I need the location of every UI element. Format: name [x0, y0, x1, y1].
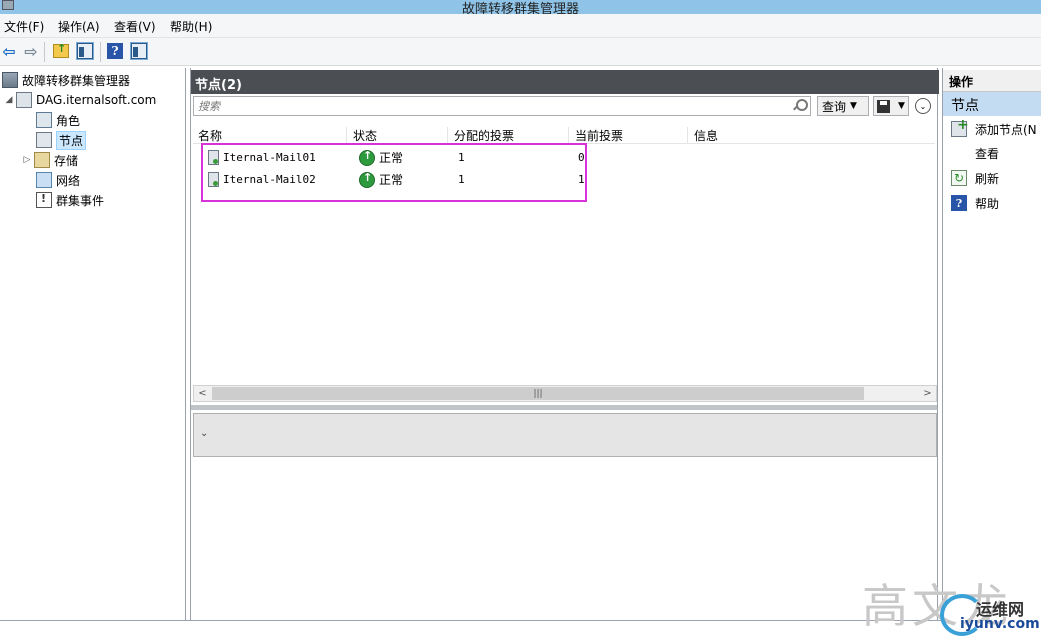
search-icon[interactable] [792, 99, 808, 113]
action-label: 查看 [975, 146, 1000, 161]
console-tree: 故障转移群集管理器 ◢ DAG.iternalsoft.com 角色 节点 ▷ … [0, 68, 186, 620]
tree-item-nodes[interactable]: 节点 [36, 130, 87, 150]
action-label: 帮助 [975, 196, 1000, 211]
tree-root[interactable]: 故障转移群集管理器 [2, 70, 130, 90]
column-current-votes[interactable]: 当前投票 [570, 127, 688, 143]
folder-up-icon [53, 42, 69, 58]
watermark-url: iyunv.com [960, 616, 1040, 632]
query-label: 查询 [822, 99, 847, 114]
nodes-header: 节点(2) [191, 70, 939, 94]
column-status[interactable]: 状态 [348, 127, 448, 143]
forward-arrow-icon[interactable]: ⇨ [22, 42, 40, 61]
expand-triangle-icon[interactable]: ▷ [22, 155, 32, 165]
search-box[interactable] [193, 96, 811, 116]
action-refresh[interactable]: ↻ 刷新 [943, 167, 1041, 189]
tree-cluster-label: DAG.iternalsoft.com [36, 93, 157, 107]
show-hide-console-tree-button[interactable] [76, 42, 94, 60]
collapse-chevron-icon[interactable]: ⌄ [915, 98, 931, 114]
save-icon [877, 99, 890, 113]
tree-item-roles[interactable]: 角色 [36, 110, 80, 130]
action-label: 刷新 [975, 171, 1000, 186]
tree-item-label: 网络 [56, 173, 81, 188]
nodes-icon [36, 132, 52, 148]
tree-item-label: 节点 [56, 130, 87, 150]
scroll-thumb[interactable]: ||| [212, 387, 864, 400]
menu-bar: 文件(F) 操作(A) 查看(V) 帮助(H) [0, 14, 1041, 38]
tree-item-storage[interactable]: ▷ 存储 [22, 150, 78, 170]
column-name[interactable]: 名称 [193, 127, 347, 143]
help-icon: ? [951, 195, 967, 211]
dropdown-arrow-icon: ▼ [898, 101, 905, 111]
toolbar: ⇦ ⇨ ? [0, 38, 1041, 66]
nodes-pane: 节点(2) 查询 ▼ ▼ ⌄ 名称 状态 分配的投票 当前投票 信息 Itern… [190, 68, 939, 620]
tree-root-label: 故障转移群集管理器 [22, 73, 131, 88]
action-pane-icon [131, 43, 147, 59]
storage-icon [34, 152, 50, 168]
back-arrow-icon[interactable]: ⇦ [0, 42, 18, 61]
scroll-left-icon[interactable]: < [194, 386, 211, 401]
dropdown-arrow-icon: ▼ [850, 101, 857, 111]
grip-icon: ||| [533, 388, 543, 399]
toolbar-separator [100, 42, 101, 62]
help-icon: ? [107, 43, 123, 59]
action-label: 添加节点(N [975, 122, 1037, 137]
show-hide-action-pane-button[interactable] [130, 42, 148, 60]
tree-item-networks[interactable]: 网络 [36, 170, 80, 190]
save-query-button[interactable]: ▼ [873, 96, 909, 116]
toolbar-separator [44, 42, 45, 62]
tree-item-cluster-events[interactable]: 群集事件 [36, 190, 104, 210]
action-add-node[interactable]: 添加节点(N [943, 117, 1041, 140]
highlight-annotation [201, 143, 587, 202]
roles-icon [36, 112, 52, 128]
cluster-manager-icon [2, 72, 18, 88]
tree-cluster[interactable]: ◢ DAG.iternalsoft.com [4, 90, 156, 110]
search-row: 查询 ▼ ▼ ⌄ [193, 96, 937, 118]
column-information[interactable]: 信息 [689, 127, 935, 143]
status-strip [0, 620, 942, 642]
query-button[interactable]: 查询 ▼ [817, 96, 869, 116]
console-tree-icon [77, 43, 93, 59]
grid-header: 名称 状态 分配的投票 当前投票 信息 [193, 126, 935, 144]
menu-view[interactable]: 查看(V) [114, 18, 156, 35]
blank-icon [951, 145, 967, 161]
expand-chevron-icon[interactable]: ⌄ [200, 428, 208, 439]
events-icon [36, 192, 52, 208]
tree-item-label: 群集事件 [56, 193, 105, 208]
scroll-right-icon[interactable]: > [919, 386, 936, 401]
menu-file[interactable]: 文件(F) [4, 18, 44, 35]
network-icon [36, 172, 52, 188]
actions-pane: 操作 节点 添加节点(N 查看 ↻ 刷新 ? 帮助 [942, 68, 1041, 620]
details-panel[interactable]: ⌄ [193, 413, 937, 457]
search-input[interactable] [198, 98, 788, 114]
action-view[interactable]: 查看 [943, 142, 1041, 164]
title-bar: 故障转移群集管理器 [0, 0, 1041, 17]
cluster-icon [16, 92, 32, 108]
actions-header: 操作 [943, 70, 1041, 92]
actions-section-nodes[interactable]: 节点 [943, 92, 1041, 116]
refresh-icon: ↻ [951, 170, 967, 186]
watermark-logo: 运维网 iyunv.com [940, 590, 1040, 638]
menu-help[interactable]: 帮助(H) [170, 18, 212, 35]
action-help[interactable]: ? 帮助 [943, 192, 1041, 214]
add-node-icon [951, 117, 969, 137]
pane-splitter[interactable] [191, 405, 937, 410]
column-assigned-votes[interactable]: 分配的投票 [449, 127, 569, 143]
tree-item-label: 角色 [56, 113, 81, 128]
help-button[interactable]: ? [106, 42, 124, 60]
collapse-triangle-icon[interactable]: ◢ [4, 95, 14, 105]
horizontal-scrollbar[interactable]: < ||| > [193, 385, 937, 402]
menu-action[interactable]: 操作(A) [58, 18, 100, 35]
up-one-level-button[interactable] [52, 42, 70, 60]
tree-item-label: 存储 [54, 153, 79, 168]
